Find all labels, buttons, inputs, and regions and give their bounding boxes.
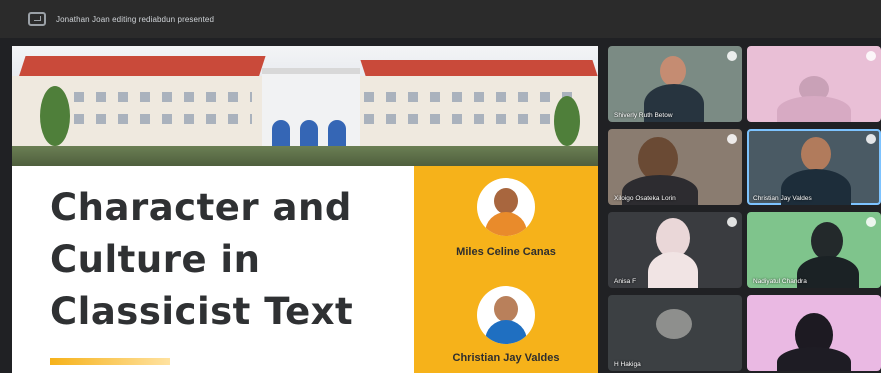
mic-indicator-icon bbox=[727, 134, 737, 144]
mic-indicator-icon bbox=[866, 134, 876, 144]
participant-name: Christian Jay Valdes bbox=[753, 195, 812, 202]
participant-tile[interactable] bbox=[747, 295, 881, 371]
mic-indicator-icon bbox=[727, 51, 737, 61]
participant-name: Nadiyatul Chandra bbox=[753, 278, 807, 285]
presenter-avatar bbox=[477, 178, 535, 236]
avatar-face bbox=[494, 296, 518, 322]
video-call-window: Jonathan Joan editing rediabdun presente… bbox=[0, 0, 881, 373]
presenter-avatar bbox=[477, 286, 535, 344]
participant-face bbox=[801, 137, 831, 171]
campus-building-photo bbox=[12, 46, 598, 166]
mic-indicator-icon bbox=[866, 51, 876, 61]
participant-tile[interactable]: Anisa F bbox=[608, 212, 742, 288]
participant-name: Shiverly Ruth Betow bbox=[614, 112, 673, 119]
palm-tree bbox=[40, 86, 70, 146]
participant-tile[interactable]: Xiloigo Osateka Lorin bbox=[608, 129, 742, 205]
title-accent-bar bbox=[50, 358, 170, 365]
blue-window bbox=[272, 120, 290, 146]
mic-indicator-icon bbox=[727, 217, 737, 227]
participant-gallery: Shiverly Ruth Betow Xiloigo Osateka Lori… bbox=[608, 46, 881, 373]
screen-share-bar: Jonathan Joan editing rediabdun presente… bbox=[0, 0, 881, 38]
participant-body bbox=[777, 347, 851, 371]
mic-indicator-icon bbox=[866, 217, 876, 227]
window-row bbox=[52, 114, 252, 124]
participant-name: Anisa F bbox=[614, 278, 637, 285]
window-row bbox=[364, 114, 574, 124]
presenting-status-text: Jonathan Joan editing rediabdun presente… bbox=[56, 14, 214, 24]
participant-tile-active-speaker[interactable]: Christian Jay Valdes bbox=[747, 129, 881, 205]
window-row bbox=[364, 92, 574, 102]
avatar-body bbox=[485, 320, 527, 344]
roof-left bbox=[18, 56, 266, 78]
building-center bbox=[262, 68, 360, 154]
presenter-name: Miles Celine Canas bbox=[456, 246, 556, 258]
lawn bbox=[12, 146, 598, 166]
slide-title-line-2: Culture in bbox=[50, 238, 261, 281]
blue-window bbox=[328, 120, 346, 146]
participant-body bbox=[648, 252, 698, 288]
participant-tile[interactable]: Shiverly Ruth Betow bbox=[608, 46, 742, 122]
palm-tree bbox=[554, 96, 580, 146]
window-row bbox=[52, 92, 252, 102]
participant-tile[interactable]: Nadiyatul Chandra bbox=[747, 212, 881, 288]
participant-face bbox=[660, 56, 686, 86]
participant-tile[interactable] bbox=[747, 46, 881, 122]
slide-title-line-3: Classicist Text bbox=[50, 290, 354, 333]
avatar-body bbox=[485, 212, 527, 236]
participant-name: Xiloigo Osateka Lorin bbox=[614, 195, 676, 202]
avatar-face bbox=[494, 188, 518, 214]
participant-avatar-image bbox=[656, 309, 692, 339]
slide-title-line-1: Character and bbox=[50, 186, 352, 229]
participant-tile[interactable]: H Hakiga bbox=[608, 295, 742, 371]
shared-presentation-slide: Character and Culture in Classicist Text… bbox=[12, 46, 598, 373]
presenter-name: Christian Jay Valdes bbox=[452, 352, 560, 364]
participant-body bbox=[777, 96, 851, 122]
meeting-stage: Character and Culture in Classicist Text… bbox=[0, 38, 881, 373]
participant-face bbox=[811, 222, 843, 260]
blue-window bbox=[300, 120, 318, 146]
screen-share-icon bbox=[28, 12, 46, 26]
participant-name: H Hakiga bbox=[614, 361, 641, 368]
